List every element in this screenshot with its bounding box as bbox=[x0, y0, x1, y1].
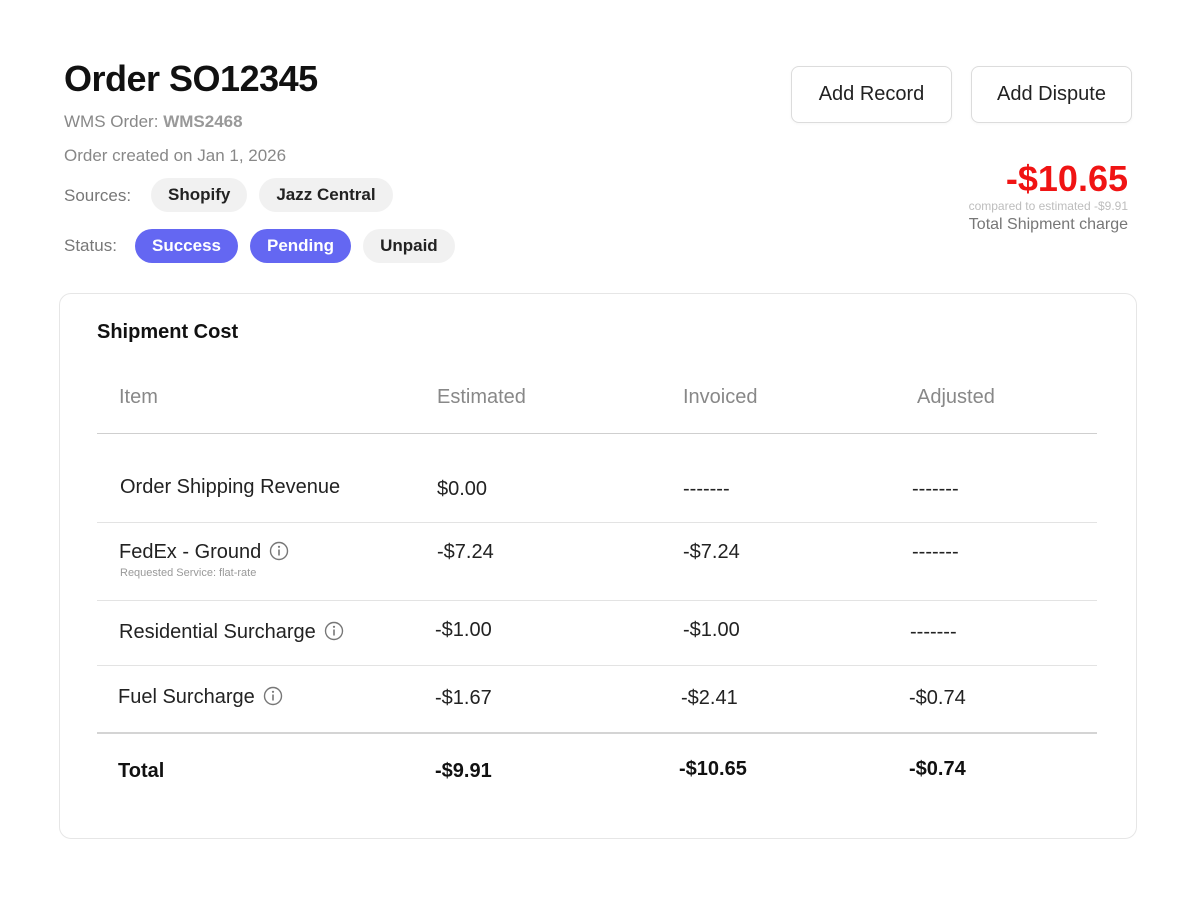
order-created-date: Order created on Jan 1, 2026 bbox=[64, 146, 287, 165]
table-row: Fuel Surcharge -$1.67 -$2.41 -$0.74 bbox=[97, 666, 1097, 734]
total-shipment-amount: -$10.65 bbox=[1005, 158, 1128, 199]
total-label: Total bbox=[118, 760, 165, 782]
column-header-item: Item bbox=[119, 386, 158, 408]
row-estimated: -$1.67 bbox=[435, 687, 492, 709]
row-item-label: Residential Surcharge bbox=[119, 621, 316, 643]
row-invoiced: ------- bbox=[683, 478, 730, 500]
order-detail-page: Order SO12345 WMS Order: WMS2468 Order c… bbox=[0, 0, 1200, 900]
row-adjusted: ------- bbox=[910, 621, 957, 643]
source-tag-jazz-central[interactable]: Jazz Central bbox=[259, 178, 393, 212]
wms-order-value: WMS2468 bbox=[163, 112, 243, 131]
status-badge-unpaid[interactable]: Unpaid bbox=[363, 229, 455, 263]
row-estimated: $0.00 bbox=[437, 478, 488, 500]
column-header-invoiced: Invoiced bbox=[683, 386, 758, 408]
status-badge-pending[interactable]: Pending bbox=[250, 229, 352, 263]
row-estimated: -$1.00 bbox=[435, 619, 492, 641]
wms-order-line: WMS Order: WMS2468 bbox=[64, 112, 243, 132]
status-list: Success Pending Unpaid bbox=[135, 229, 455, 263]
row-adjusted: ------- bbox=[912, 541, 959, 563]
row-item-label: Fuel Surcharge bbox=[118, 686, 255, 708]
row-item-cell: FedEx - Ground bbox=[119, 541, 289, 564]
shipment-cost-table: Item Estimated Invoiced Adjusted Order S… bbox=[97, 364, 1097, 806]
table-total-row: Total -$9.91 -$10.65 -$0.74 bbox=[97, 734, 1097, 806]
row-adjusted: ------- bbox=[912, 478, 959, 500]
status-badge-success[interactable]: Success bbox=[135, 229, 238, 263]
info-icon[interactable] bbox=[269, 541, 289, 561]
card-title: Shipment Cost bbox=[97, 321, 239, 343]
table-row: Order Shipping Revenue $0.00 ------- ---… bbox=[97, 434, 1097, 523]
row-item-cell: Fuel Surcharge bbox=[118, 686, 283, 709]
row-item-cell: Residential Surcharge bbox=[119, 621, 344, 644]
row-item-label: Order Shipping Revenue bbox=[120, 476, 341, 498]
add-record-button[interactable]: Add Record bbox=[791, 66, 952, 123]
shipment-cost-card: Shipment Cost Item Estimated Invoiced Ad… bbox=[59, 293, 1137, 839]
table-row: Residential Surcharge -$1.00 -$1.00 ----… bbox=[97, 601, 1097, 666]
column-header-adjusted: Adjusted bbox=[917, 386, 995, 408]
row-invoiced: -$2.41 bbox=[681, 687, 738, 709]
status-label: Status: bbox=[64, 236, 117, 255]
table-header: Item Estimated Invoiced Adjusted bbox=[97, 364, 1097, 434]
row-invoiced: -$1.00 bbox=[683, 619, 740, 641]
total-adjusted: -$0.74 bbox=[909, 758, 966, 780]
page-title: Order SO12345 bbox=[64, 58, 318, 99]
info-icon[interactable] bbox=[324, 621, 344, 641]
total-shipment-label: Total Shipment charge bbox=[968, 216, 1128, 233]
row-estimated: -$7.24 bbox=[437, 541, 494, 563]
table-row: FedEx - Ground Requested Service: flat-r… bbox=[97, 523, 1097, 601]
total-estimated: -$9.91 bbox=[435, 760, 492, 782]
add-dispute-button[interactable]: Add Dispute bbox=[971, 66, 1132, 123]
row-adjusted: -$0.74 bbox=[909, 687, 966, 709]
column-header-estimated: Estimated bbox=[437, 386, 526, 408]
row-item-label: FedEx - Ground bbox=[119, 541, 262, 563]
info-icon[interactable] bbox=[263, 686, 283, 706]
row-invoiced: -$7.24 bbox=[683, 541, 740, 563]
requested-service-note: Requested Service: flat-rate bbox=[120, 567, 257, 579]
sources-list: Shopify Jazz Central bbox=[151, 178, 393, 212]
source-tag-shopify[interactable]: Shopify bbox=[151, 178, 248, 212]
estimated-comparison-note: compared to estimated -$9.91 bbox=[968, 199, 1128, 213]
wms-order-label: WMS Order: bbox=[64, 112, 159, 131]
total-invoiced: -$10.65 bbox=[679, 758, 747, 780]
sources-label: Sources: bbox=[64, 186, 132, 205]
